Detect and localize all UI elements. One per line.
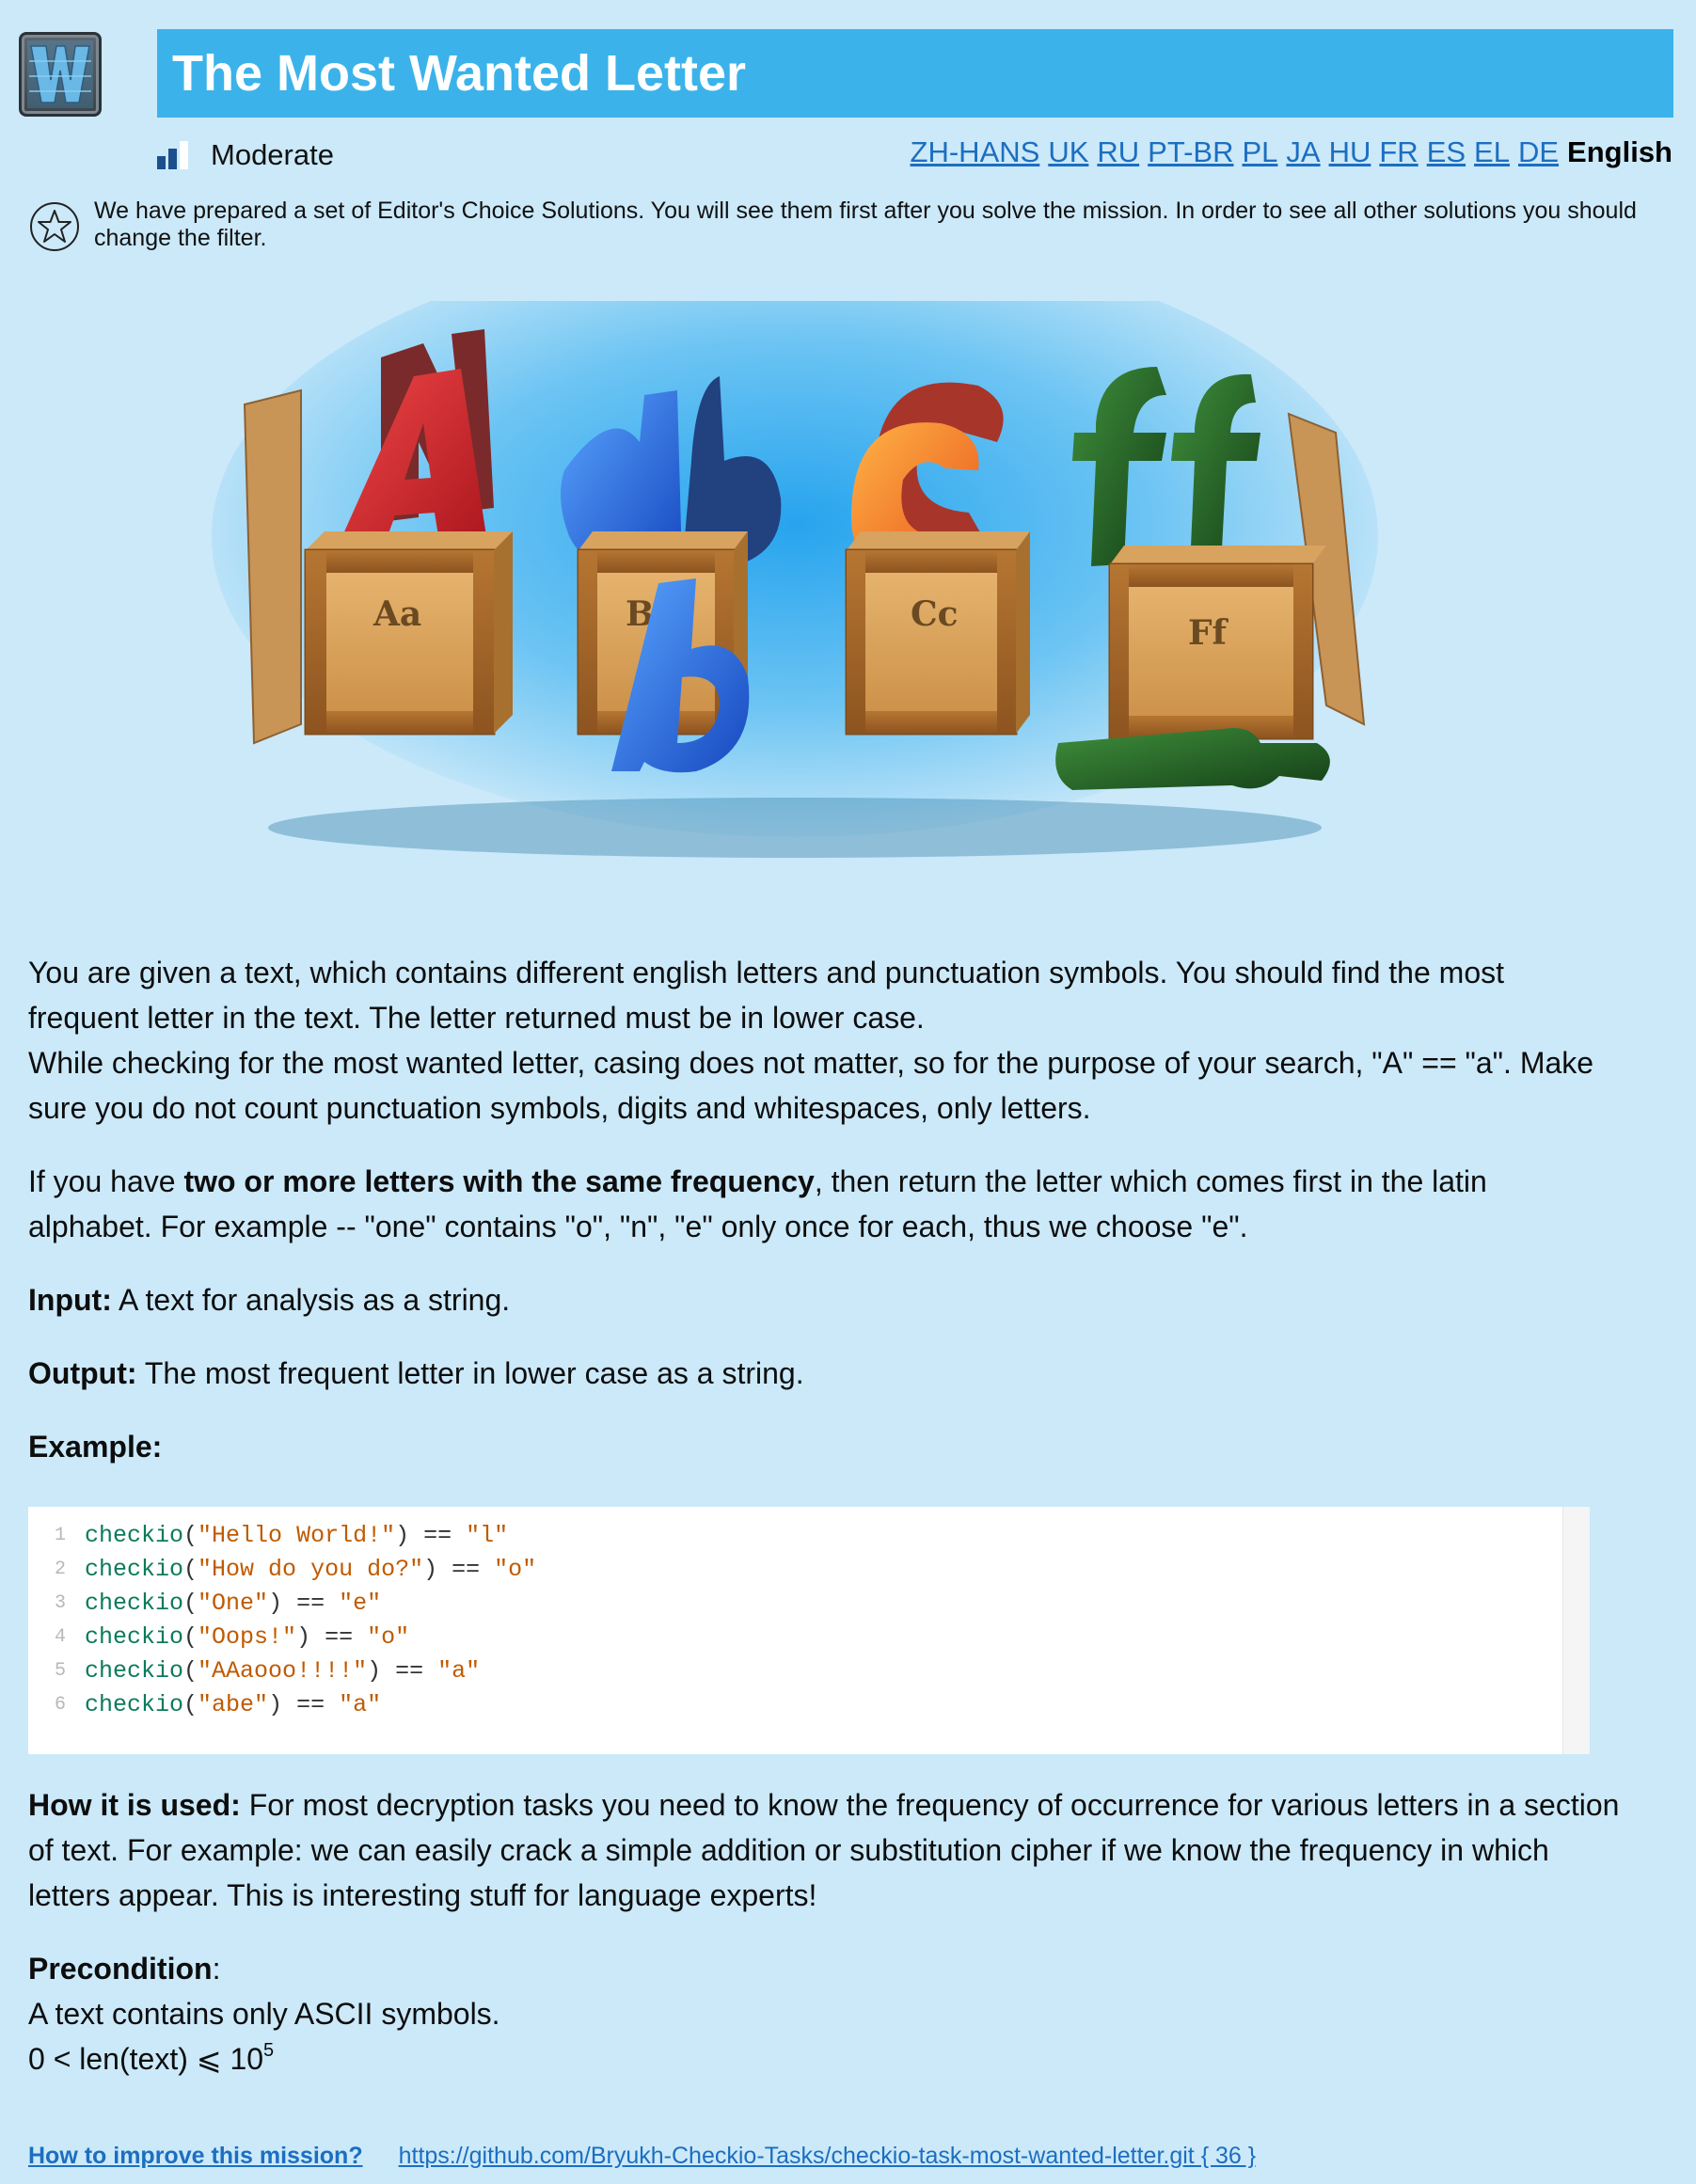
precondition-line: 0 < len(text) ⩽ 105 xyxy=(28,2040,275,2076)
improve-mission-link[interactable]: How to improve this mission? xyxy=(28,2143,363,2170)
description-paragraph: If you have two or more letters with the… xyxy=(28,1164,1487,1243)
crate-label-ff: Ff xyxy=(1188,613,1229,653)
mission-notes: How it is used: For most decryption task… xyxy=(28,1782,1627,2081)
crate-aa: Aa xyxy=(304,531,513,736)
crate-ff: Ff xyxy=(1108,546,1326,740)
code-line: 5 checkio("AAaooo!!!!") == "a" xyxy=(54,1656,481,1685)
letters-in-crates-illustration: Aa Bb Cc Ff xyxy=(212,301,1378,858)
lang-link-pl[interactable]: PL xyxy=(1242,135,1277,169)
current-language: English xyxy=(1567,135,1672,168)
lang-link-pt-br[interactable]: PT-BR xyxy=(1148,135,1233,169)
code-example[interactable]: 1 checkio("Hello World!") == "l" 2 checkio… xyxy=(28,1507,1590,1754)
description-paragraph: While checking for the most wanted lette… xyxy=(28,1046,1594,1125)
code-line: 6 checkio("abe") == "a" xyxy=(54,1690,382,1718)
language-switcher: ZH-HANS UK RU PT-BR PL JA HU FR ES EL DE… xyxy=(911,134,1672,171)
precondition-line: A text contains only ASCII symbols. xyxy=(28,1997,500,2031)
lang-link-hu[interactable]: HU xyxy=(1329,135,1371,169)
output-label: Output: xyxy=(28,1356,137,1390)
code-line: 2 checkio("How do you do?") == "o" xyxy=(54,1555,537,1583)
lang-link-ja[interactable]: JA xyxy=(1286,135,1320,169)
crate-cc: Cc xyxy=(845,531,1030,736)
description-paragraph: You are given a text, which contains dif… xyxy=(28,956,1504,1035)
lang-link-uk[interactable]: UK xyxy=(1048,135,1088,169)
usage-paragraph: How it is used: For most decryption task… xyxy=(28,1788,1620,1912)
lang-link-zh-hans[interactable]: ZH-HANS xyxy=(911,135,1040,169)
lang-link-ru[interactable]: RU xyxy=(1097,135,1139,169)
difficulty-indicator: Moderate xyxy=(157,134,334,177)
code-line: 1 checkio("Hello World!") == "l" xyxy=(54,1521,509,1549)
notice-text: We have prepared a set of Editor's Choic… xyxy=(94,198,1637,251)
editors-choice-notice: We have prepared a set of Editor's Choic… xyxy=(28,198,1674,253)
difficulty-label: Moderate xyxy=(211,138,334,171)
footer: How to improve this mission? https://git… xyxy=(28,2143,1256,2170)
checkio-w-logo-icon[interactable] xyxy=(19,32,102,117)
repository-link[interactable]: https://github.com/Bryukh-Checkio-Tasks/… xyxy=(399,2143,1257,2170)
precondition-heading: Precondition: xyxy=(28,1952,221,1986)
mission-description: You are given a text, which contains dif… xyxy=(28,950,1618,1497)
input-label: Input: xyxy=(28,1283,112,1317)
example-heading: Example: xyxy=(28,1430,163,1464)
code-line: 3 checkio("One") == "e" xyxy=(54,1589,382,1617)
title-bar: The Most Wanted Letter xyxy=(157,29,1673,118)
crate-label-cc: Cc xyxy=(911,594,959,634)
usage-label: How it is used: xyxy=(28,1788,241,1822)
lang-link-el[interactable]: EL xyxy=(1474,135,1510,169)
crate-label-aa: Aa xyxy=(372,594,421,634)
input-spec: Input: A text for analysis as a string. xyxy=(28,1283,511,1317)
page-title: The Most Wanted Letter xyxy=(172,45,747,102)
code-line: 4 checkio("Oops!") == "o" xyxy=(54,1622,410,1651)
lang-link-de[interactable]: DE xyxy=(1518,135,1559,169)
difficulty-bars-icon xyxy=(157,141,188,169)
lang-link-fr[interactable]: FR xyxy=(1379,135,1418,169)
star-icon xyxy=(30,202,79,251)
lang-link-es[interactable]: ES xyxy=(1427,135,1466,169)
output-spec: Output: The most frequent letter in lowe… xyxy=(28,1356,804,1390)
